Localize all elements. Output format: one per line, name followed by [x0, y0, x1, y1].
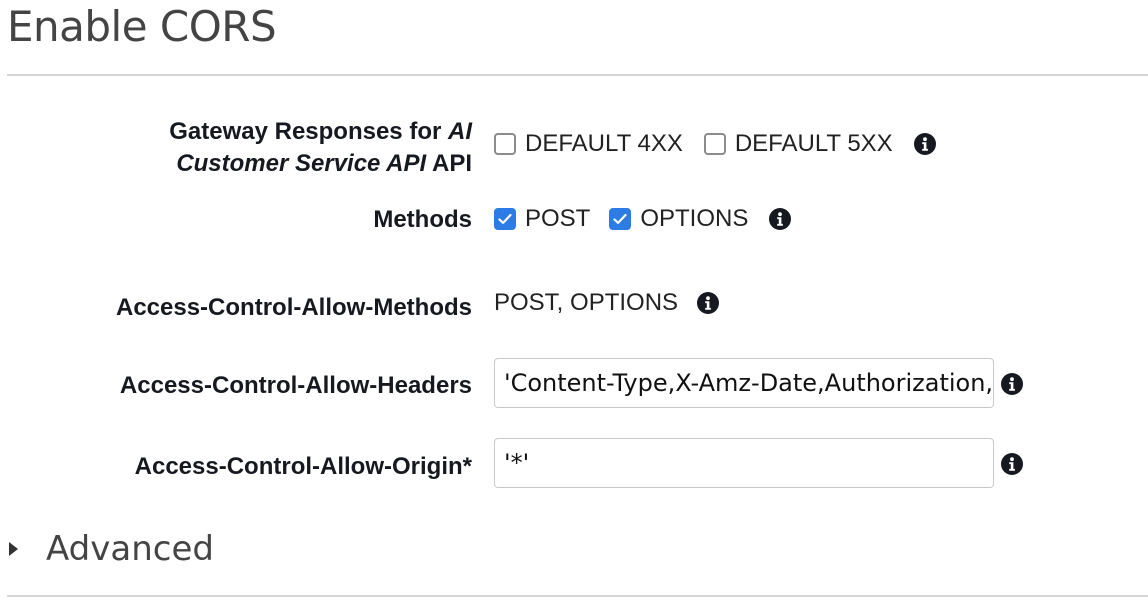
post-label: POST	[525, 205, 591, 232]
info-icon[interactable]	[1001, 453, 1023, 475]
options-label: OPTIONS	[640, 205, 749, 232]
allow-methods-label: Access-Control-Allow-Methods	[115, 294, 472, 321]
check-icon	[613, 213, 627, 224]
gateway-responses-options: DEFAULT 4XX DEFAULT 5XX	[494, 130, 936, 158]
default-5xx-option[interactable]: DEFAULT 5XX	[703, 130, 893, 158]
post-checkbox[interactable]	[494, 208, 516, 230]
info-icon[interactable]	[1001, 373, 1023, 395]
gateway-responses-suffix: API	[431, 150, 472, 177]
footer-divider	[7, 595, 1148, 597]
default-4xx-option[interactable]: DEFAULT 4XX	[494, 130, 683, 158]
gateway-responses-prefix: Gateway Responses for	[169, 118, 442, 145]
header-divider	[7, 74, 1148, 76]
allow-origin-input[interactable]: '*'	[494, 438, 994, 488]
default-5xx-label: DEFAULT 5XX	[734, 130, 893, 157]
allow-origin-label: Access-Control-Allow-Origin*	[134, 453, 472, 480]
default-4xx-checkbox[interactable]	[494, 133, 516, 155]
page-title: Enable CORS	[7, 2, 277, 51]
allow-methods-value: POST, OPTIONS	[494, 289, 679, 316]
info-icon[interactable]	[769, 208, 792, 230]
methods-options: POST OPTIONS	[494, 205, 792, 233]
allow-headers-label: Access-Control-Allow-Headers	[119, 372, 472, 399]
info-icon[interactable]	[913, 133, 936, 155]
post-method-option[interactable]: POST	[494, 205, 590, 233]
advanced-label: Advanced	[46, 529, 214, 569]
api-name-part2: Customer Service API	[176, 150, 427, 177]
advanced-toggle[interactable]: Advanced	[7, 529, 214, 569]
api-name-part1: AI	[448, 118, 472, 145]
allow-methods-row: POST, OPTIONS	[494, 289, 720, 317]
allow-headers-value: 'Content-Type,X-Amz-Date,Authorization,X…	[504, 369, 994, 397]
options-method-option[interactable]: OPTIONS	[609, 205, 748, 233]
default-5xx-checkbox[interactable]	[703, 133, 726, 155]
default-4xx-label: DEFAULT 4XX	[525, 130, 683, 157]
check-icon	[498, 213, 512, 224]
methods-label: Methods	[373, 206, 472, 233]
caret-right-icon	[9, 542, 18, 556]
allow-headers-input[interactable]: 'Content-Type,X-Amz-Date,Authorization,X…	[494, 358, 994, 408]
allow-origin-value: '*'	[504, 449, 530, 477]
info-icon[interactable]	[697, 292, 720, 314]
options-checkbox[interactable]	[609, 208, 632, 230]
gateway-responses-label: Gateway Responses for AI Customer Servic…	[169, 116, 472, 180]
